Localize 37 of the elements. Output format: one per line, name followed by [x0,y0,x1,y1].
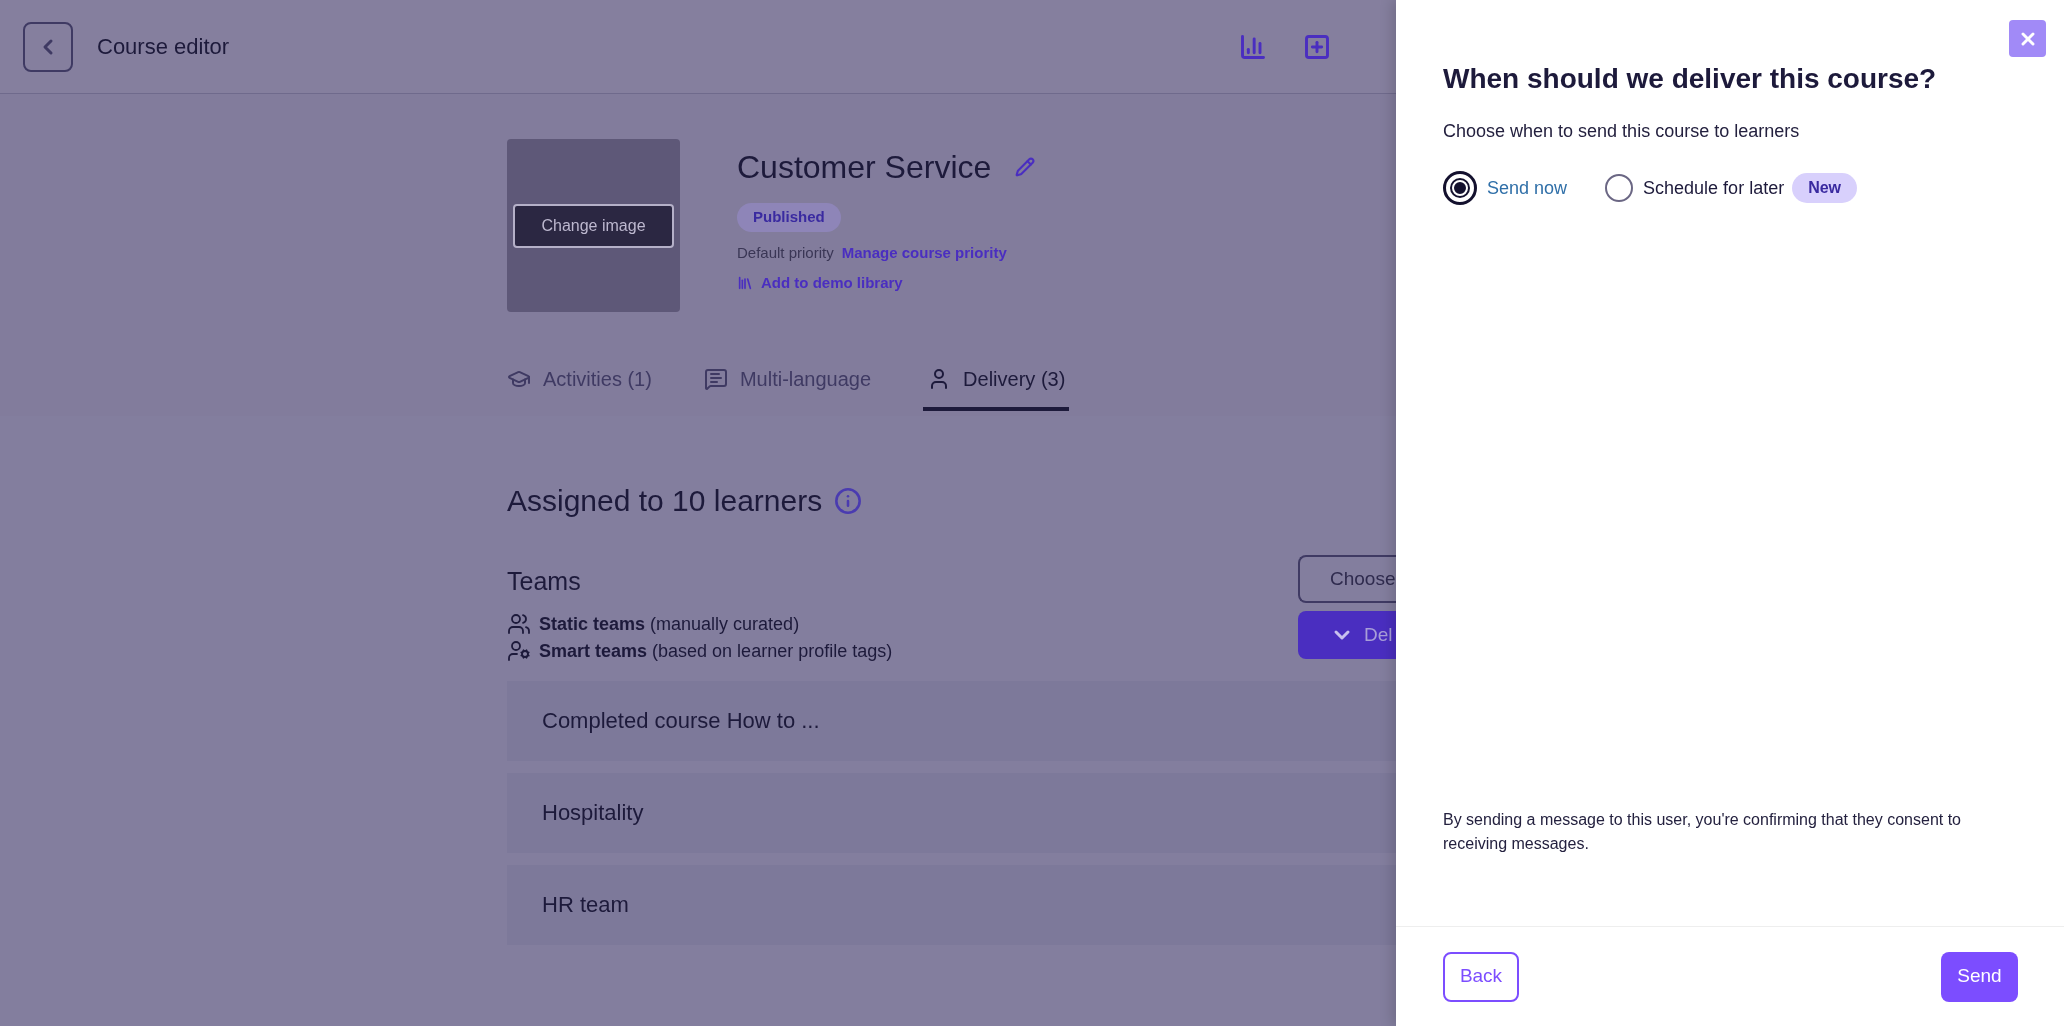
team-row[interactable]: HR team [507,864,1396,945]
bar-chart-icon[interactable] [1239,32,1267,61]
legend-text: Static teams (manually curated) [539,612,800,636]
team-row[interactable]: Completed course How to ... [507,680,1396,761]
add-copy-icon[interactable] [1303,32,1331,61]
library-icon [737,275,753,292]
people-icon [507,612,531,636]
course-title: Customer Service [737,148,992,187]
tab[interactable]: Activities (1) [507,350,652,411]
change-image-button[interactable]: Change image [513,203,674,248]
legend-text: Smart teams (based on learner profile tags) [539,639,893,663]
radio-option[interactable]: Schedule for later New [1605,173,1858,203]
close-button[interactable] [2009,20,2046,57]
tab[interactable]: Delivery (3) [923,350,1070,411]
edit-icon[interactable] [1015,157,1036,177]
tab[interactable]: Multi-language [703,350,872,411]
deliver-button[interactable]: Del [1298,611,1396,659]
info-icon[interactable] [834,486,863,515]
status-badge: Published [737,203,841,232]
speech-bubble-icon [703,366,728,391]
consent-text: By sending a message to this user, you're confirming that they consent to receiving messages. [1443,810,1962,854]
panel-title: When should we deliver this course? [1443,62,1938,96]
back-button[interactable] [23,21,73,72]
team-row[interactable]: Hospitality [507,772,1396,853]
send-button[interactable]: Send [1941,951,2018,1002]
teams-heading: Teams [507,566,582,597]
section-heading: Assigned to 10 learners [507,483,823,519]
radio-button[interactable] [1605,174,1634,202]
radio-option[interactable]: Send now [1443,171,1568,205]
priority-label: Default priority [737,242,834,263]
new-badge: New [1792,173,1858,203]
back-button[interactable]: Back [1443,951,1519,1002]
panel-subtitle: Choose when to send this course to learners [1443,120,1801,143]
radio-button[interactable] [1443,171,1477,205]
page-title: Course editor [97,33,230,61]
demo-library-link[interactable]: Add to demo library [737,272,1036,295]
manage-priority-link[interactable]: Manage course priority [841,241,1007,264]
